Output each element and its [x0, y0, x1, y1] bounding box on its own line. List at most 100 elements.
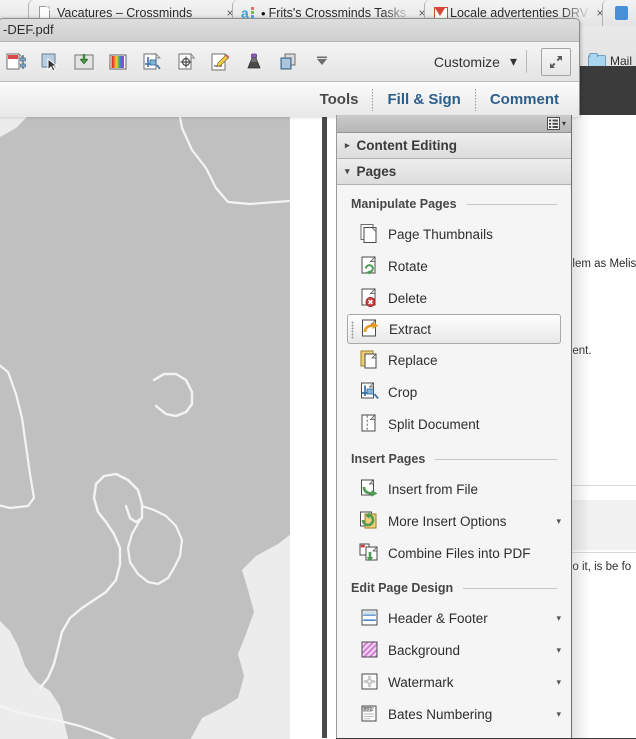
watermark-icon — [358, 671, 382, 693]
menu-item-crop[interactable]: Crop — [337, 376, 571, 408]
menu-item-label: Background — [388, 642, 461, 658]
menu-item-split-document[interactable]: Split Document — [337, 408, 571, 440]
pages-panel-body: Manipulate Pages Page Thumbnails Rotate … — [337, 185, 571, 730]
chevron-down-icon[interactable]: ▾ — [556, 709, 561, 720]
color-bars-icon[interactable] — [101, 45, 135, 79]
menu-item-header-and-footer[interactable]: Header & Footer ▾ — [337, 602, 571, 634]
replace-icon — [358, 349, 382, 371]
fullscreen-icon — [550, 56, 562, 68]
extract-icon — [359, 318, 383, 340]
document-separator — [562, 485, 636, 486]
more-tools-icon[interactable] — [305, 45, 339, 79]
group-label: Edit Page Design — [351, 581, 454, 595]
insert-from-file-icon — [358, 478, 382, 500]
menu-item-delete[interactable]: Delete — [337, 282, 571, 314]
menu-item-label: Delete — [388, 290, 428, 306]
group-rule — [463, 587, 557, 589]
panel-top-bar: ▾ — [337, 115, 571, 133]
split-document-icon — [358, 413, 382, 435]
crop-pages-icon[interactable] — [135, 45, 169, 79]
delete-icon — [358, 287, 382, 309]
drag-grip[interactable] — [351, 321, 354, 339]
menu-item-label: Rotate — [388, 258, 428, 274]
chevron-right-icon: ▸ — [345, 140, 350, 150]
acrobat-toolbar: Customize ▾ — [0, 42, 579, 82]
chevron-down-icon: ▾ — [561, 119, 566, 128]
chevron-down-icon[interactable]: ▾ — [556, 613, 561, 624]
group-rule — [435, 458, 557, 460]
menu-item-replace[interactable]: Replace — [337, 344, 571, 376]
document-text-line: blem as Melis — [566, 258, 636, 270]
browser-tab-4[interactable] — [602, 0, 636, 26]
header-footer-icon — [358, 607, 382, 629]
menu-item-insert-from-file[interactable]: Insert from File — [337, 473, 571, 505]
combine-files-icon — [358, 542, 382, 564]
window-title: -DEF.pdf — [0, 19, 579, 42]
menu-item-label: Header & Footer — [388, 610, 488, 626]
group-title-edit-page-design: Edit Page Design — [337, 578, 571, 598]
acrobat-tools-bar: Tools Fill & Sign Comment — [0, 82, 579, 117]
pdf-document-view[interactable] — [0, 115, 336, 739]
panel-options-button[interactable]: ▾ — [546, 117, 566, 130]
select-object-icon[interactable] — [33, 45, 67, 79]
more-insert-options-icon — [358, 510, 382, 532]
document-view-right-edge — [322, 115, 327, 738]
chevron-down-icon[interactable]: ▾ — [556, 645, 561, 656]
accordion-pages[interactable]: ▾ Pages — [337, 159, 571, 185]
ink-bottle-icon[interactable] — [237, 45, 271, 79]
background-icon — [358, 639, 382, 661]
export-pdf-icon[interactable] — [67, 45, 101, 79]
chevron-down-icon: ▾ — [345, 166, 350, 176]
tab-tools[interactable]: Tools — [306, 82, 373, 117]
menu-item-label: More Insert Options — [388, 513, 507, 529]
layers-icon[interactable] — [271, 45, 305, 79]
chevron-down-icon[interactable]: ▾ — [556, 677, 561, 688]
menu-item-label: Crop — [388, 384, 418, 400]
menu-item-label: Extract — [389, 321, 432, 337]
menu-item-bates-numbering[interactable]: 0012 Bates Numbering ▾ — [337, 698, 571, 730]
menu-item-label: Split Document — [388, 416, 480, 432]
accordion-content-editing[interactable]: ▸ Content Editing — [337, 133, 571, 159]
group-rule — [466, 203, 557, 205]
crop-icon — [358, 381, 382, 403]
accordion-label: Pages — [356, 164, 397, 179]
customize-label: Customize — [433, 53, 500, 70]
menu-item-label: Bates Numbering — [388, 706, 493, 722]
menu-item-label: Replace — [388, 352, 438, 368]
svg-text:0012: 0012 — [364, 707, 375, 712]
customize-button[interactable]: Customize ▾ — [434, 42, 517, 81]
edit-text-icon[interactable] — [203, 45, 237, 79]
chevron-down-icon[interactable]: ▾ — [556, 516, 561, 527]
pdf-page-map — [0, 116, 290, 739]
menu-item-label: Page Thumbnails — [388, 226, 493, 242]
page-icon — [613, 5, 628, 21]
document-separator — [562, 552, 636, 553]
group-title-insert-pages: Insert Pages — [337, 449, 571, 469]
page-properties-icon[interactable] — [0, 45, 33, 79]
chevron-down-icon: ▾ — [509, 53, 517, 69]
menu-item-more-insert-options[interactable]: More Insert Options ▾ — [337, 505, 571, 537]
menu-item-extract[interactable]: Extract — [347, 314, 561, 344]
group-label: Manipulate Pages — [351, 197, 457, 211]
document-text-line: do it, is be fo — [566, 561, 632, 573]
menu-item-page-thumbnails[interactable]: Page Thumbnails — [337, 218, 571, 250]
acrobat-window: -DEF.pdf Customize ▾ Tools Fill & Sign C… — [0, 18, 580, 117]
tab-comment[interactable]: Comment — [476, 82, 573, 117]
tab-fill-and-sign[interactable]: Fill & Sign — [373, 82, 474, 117]
menu-item-label: Watermark — [388, 674, 454, 690]
toolbar-divider — [526, 50, 527, 73]
accordion-label: Content Editing — [356, 138, 458, 153]
menu-item-rotate[interactable]: Rotate — [337, 250, 571, 282]
menu-item-background[interactable]: Background ▾ — [337, 634, 571, 666]
menu-item-label: Insert from File — [388, 481, 479, 497]
panel-options-icon — [546, 117, 560, 130]
fullscreen-button[interactable] — [541, 48, 571, 76]
menu-item-combine-files-into-pdf[interactable]: Combine Files into PDF — [337, 537, 571, 569]
registration-target-icon[interactable] — [169, 45, 203, 79]
bates-numbering-icon: 0012 — [358, 703, 382, 725]
menu-item-watermark[interactable]: Watermark ▾ — [337, 666, 571, 698]
page-thumbnails-icon — [358, 223, 382, 245]
rotate-icon — [358, 255, 382, 277]
group-label: Insert Pages — [351, 452, 426, 466]
